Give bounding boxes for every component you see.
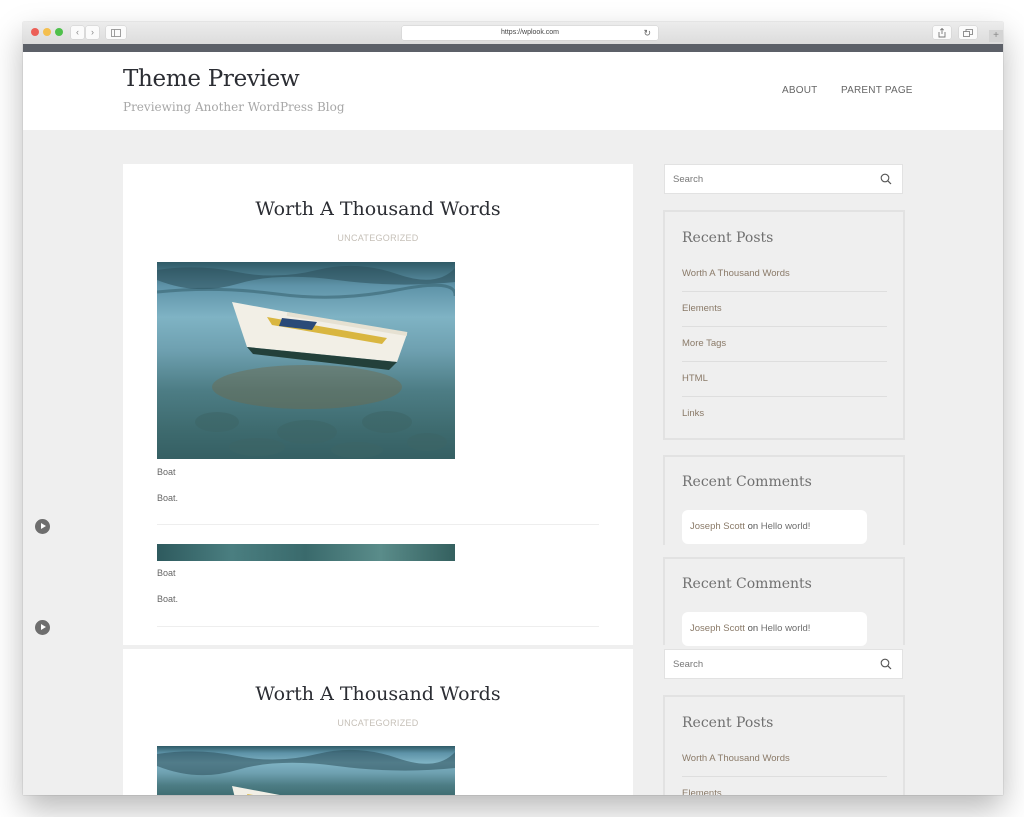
- close-window-button[interactable]: [31, 28, 39, 36]
- post-category[interactable]: UNCATEGORIZED: [123, 233, 633, 243]
- share-icon: [938, 27, 946, 37]
- play-icon[interactable]: [35, 519, 50, 534]
- post-card: Worth A Thousand Words UNCATEGORIZED Boa…: [123, 164, 633, 645]
- widget-title: Recent Posts: [682, 230, 774, 246]
- recent-post-link[interactable]: Elements: [682, 303, 722, 314]
- address-bar[interactable]: https://wplook.com ↻: [402, 26, 658, 40]
- image-caption-title: Boat: [157, 568, 176, 578]
- recent-post-link[interactable]: Worth A Thousand Words: [682, 268, 790, 279]
- recent-comments-widget: Recent Comments Joseph Scott on Hello wo…: [663, 557, 905, 646]
- nav-about[interactable]: ABOUT: [782, 85, 817, 96]
- recent-post-link[interactable]: Elements: [682, 788, 722, 795]
- divider: [682, 396, 887, 397]
- nav-parent-page[interactable]: PARENT PAGE: [841, 85, 913, 96]
- divider: [682, 291, 887, 292]
- comment-author-link[interactable]: Joseph Scott: [690, 623, 745, 634]
- comment-post-link[interactable]: Hello world!: [761, 521, 811, 532]
- recent-comment: Joseph Scott on Hello world!: [682, 612, 867, 646]
- search-input[interactable]: [665, 165, 870, 193]
- post-category[interactable]: UNCATEGORIZED: [123, 718, 633, 728]
- recent-posts-widget: Recent Posts Worth A Thousand Words Elem…: [663, 210, 905, 440]
- share-button[interactable]: [933, 26, 951, 39]
- search-input[interactable]: [665, 650, 870, 678]
- browser-tab-strip: [23, 44, 1003, 52]
- play-icon[interactable]: [35, 620, 50, 635]
- recent-post-link[interactable]: Links: [682, 408, 704, 419]
- divider: [682, 326, 887, 327]
- reload-icon[interactable]: ↻: [643, 26, 651, 40]
- divider: [682, 776, 887, 777]
- sidebar-icon: [111, 28, 121, 37]
- recent-post-link[interactable]: Worth A Thousand Words: [682, 753, 790, 764]
- boat-illustration: [157, 749, 455, 795]
- boat-image[interactable]: [157, 262, 455, 459]
- divider: [682, 361, 887, 362]
- site-tagline: Previewing Another WordPress Blog: [123, 100, 345, 114]
- boat-illustration: [157, 265, 455, 458]
- tabs-overview-button[interactable]: [959, 26, 977, 39]
- browser-toolbar: ‹ › https://wplook.com ↻ +: [23, 22, 1003, 44]
- widget-title: Recent Comments: [682, 576, 812, 592]
- search-box: [664, 164, 903, 194]
- recent-comments-widget: Recent Comments Joseph Scott on Hello wo…: [663, 455, 905, 545]
- back-button[interactable]: ‹: [71, 26, 84, 39]
- widget-title: Recent Comments: [682, 474, 812, 490]
- recent-post-link[interactable]: HTML: [682, 373, 708, 384]
- minimize-window-button[interactable]: [43, 28, 51, 36]
- divider: [157, 524, 599, 525]
- chevron-right-icon: ›: [91, 27, 94, 37]
- search-icon[interactable]: [880, 173, 892, 185]
- recent-posts-widget: Recent Posts Worth A Thousand Words Elem…: [663, 695, 905, 795]
- post-card: Worth A Thousand Words UNCATEGORIZED: [123, 649, 633, 795]
- boat-image-cropped[interactable]: [157, 544, 455, 561]
- post-title[interactable]: Worth A Thousand Words: [123, 198, 633, 220]
- sidebar-toggle-button[interactable]: [106, 26, 126, 39]
- comment-on-text: on: [747, 623, 759, 634]
- image-caption-text: Boat.: [157, 594, 179, 604]
- browser-window: ‹ › https://wplook.com ↻ + Theme Preview…: [23, 22, 1003, 795]
- image-caption-text: Boat.: [157, 493, 179, 503]
- comment-author-link[interactable]: Joseph Scott: [690, 521, 745, 532]
- zoom-window-button[interactable]: [55, 28, 63, 36]
- tabs-icon: [963, 28, 973, 37]
- image-caption-title: Boat: [157, 467, 176, 477]
- divider: [157, 626, 599, 627]
- boat-image[interactable]: [157, 746, 455, 795]
- recent-post-link[interactable]: More Tags: [682, 338, 726, 349]
- site-title[interactable]: Theme Preview: [123, 66, 300, 92]
- post-title[interactable]: Worth A Thousand Words: [123, 683, 633, 705]
- widget-title: Recent Posts: [682, 715, 774, 731]
- url-text: https://wplook.com: [501, 29, 559, 36]
- chevron-left-icon: ‹: [76, 27, 79, 37]
- forward-button[interactable]: ›: [86, 26, 99, 39]
- search-box: [664, 649, 903, 679]
- new-tab-button[interactable]: +: [989, 30, 1003, 42]
- comment-on-text: on: [747, 521, 759, 532]
- site-header: Theme Preview Previewing Another WordPre…: [23, 52, 1003, 130]
- recent-comment: Joseph Scott on Hello world!: [682, 510, 867, 544]
- search-icon[interactable]: [880, 658, 892, 670]
- comment-post-link[interactable]: Hello world!: [761, 623, 811, 634]
